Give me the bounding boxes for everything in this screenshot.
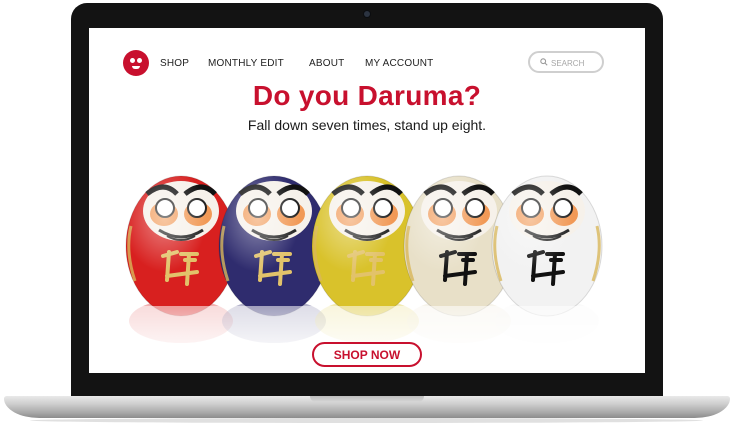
shop-now-button[interactable]: SHOP NOW — [312, 342, 422, 367]
logo-left-eye — [130, 58, 135, 63]
nav-shop[interactable]: SHOP — [160, 58, 189, 69]
search-input[interactable] — [551, 56, 601, 70]
nav-monthly-edit[interactable]: MONTHLY EDIT — [208, 58, 284, 69]
search-box[interactable] — [528, 51, 604, 73]
brand-logo[interactable] — [123, 50, 149, 76]
laptop-notch — [310, 396, 424, 402]
laptop-shadow — [30, 418, 703, 423]
daruma-hero-image — [119, 175, 619, 361]
webcam — [364, 11, 370, 17]
hero-tagline: Fall down seven times, stand up eight. — [247, 117, 487, 133]
nav-my-account[interactable]: MY ACCOUNT — [365, 58, 434, 69]
logo-right-eye — [137, 58, 142, 63]
logo-mouth — [132, 66, 140, 69]
nav-about[interactable]: ABOUT — [309, 58, 344, 69]
hero-headline: Do you Daruma? — [252, 80, 482, 111]
website-screen: SHOP MONTHLY EDIT ABOUT MY ACCOUNT Do yo… — [89, 28, 645, 373]
search-icon — [540, 58, 548, 66]
